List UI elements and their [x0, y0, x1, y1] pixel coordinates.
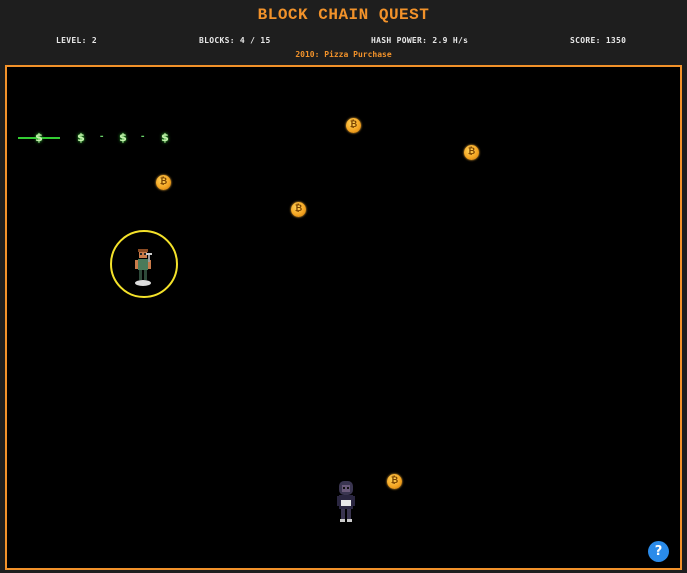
chain-separator: - — [99, 132, 105, 142]
bitcoin-coin-icon[interactable]: ₿ — [464, 145, 479, 160]
hash-power-label: HASH POWER: 2.9 H/s — [371, 36, 469, 45]
bitcoin-coin-icon[interactable]: ₿ — [291, 202, 306, 217]
blocks-counter: BLOCKS: 4 / 15 — [199, 36, 271, 45]
chain-block: $ — [161, 131, 169, 144]
bitcoin-coin-icon[interactable]: ₿ — [346, 118, 361, 133]
era-label: 2010: Pizza Purchase — [295, 50, 392, 59]
chain-separator: - — [140, 132, 146, 142]
game-field[interactable]: $ $ - $ - $ ₿ ₿ ₿ ₿ ₿ — [5, 65, 682, 570]
bitcoin-coin-icon[interactable]: ₿ — [387, 474, 402, 489]
game-title: BLOCK CHAIN QUEST — [257, 6, 430, 24]
level-label: LEVEL: 2 — [56, 36, 97, 45]
score-label: SCORE: 1350 — [570, 36, 627, 45]
help-button[interactable]: ? — [648, 541, 669, 562]
miner-character-icon[interactable] — [133, 248, 153, 288]
bitcoin-coin-icon[interactable]: ₿ — [156, 175, 171, 190]
chain-block: $ — [35, 131, 43, 144]
hooded-thief-icon — [337, 481, 355, 522]
chain-block: $ — [119, 131, 127, 144]
chain-block: $ — [77, 131, 85, 144]
